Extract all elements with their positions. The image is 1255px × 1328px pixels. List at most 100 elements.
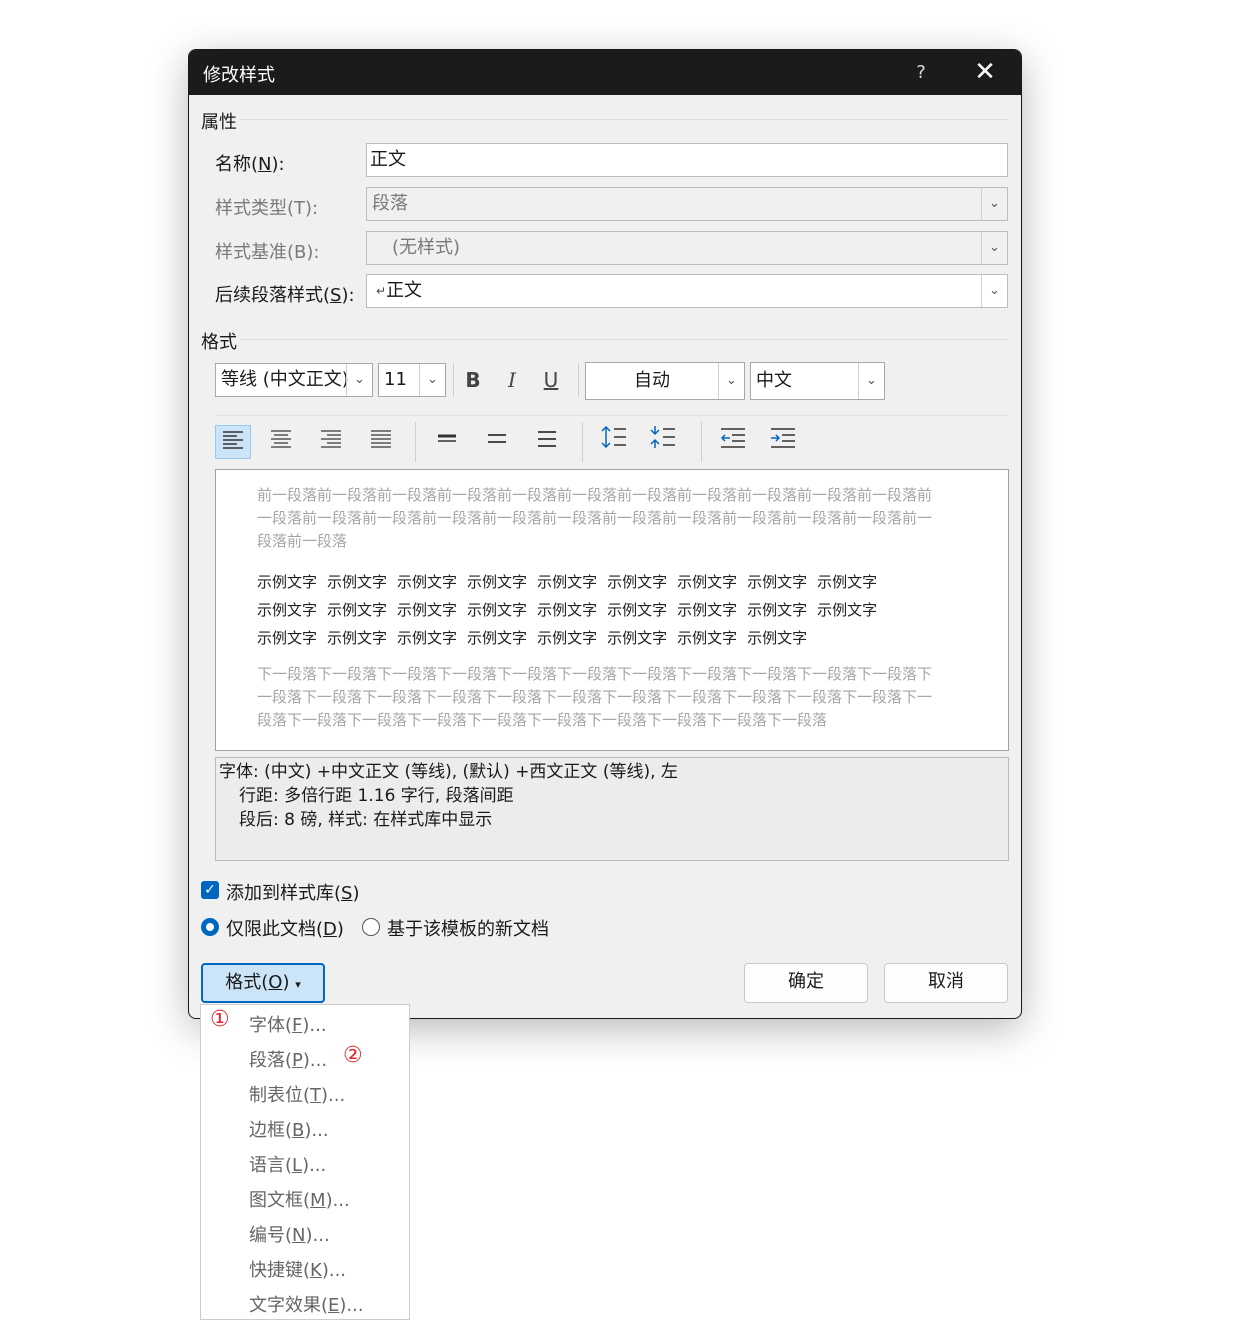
sample-word: 示例文字 <box>397 573 458 591</box>
new-documents-radio[interactable] <box>362 918 380 936</box>
help-button[interactable]: ? <box>901 50 941 95</box>
increase-indent-button[interactable] <box>765 425 801 459</box>
menu-item[interactable]: 段落(P)... <box>249 1046 327 1072</box>
toolbar-divider <box>215 415 1009 416</box>
format-menu-button[interactable]: 格式(O) ▾ <box>201 963 325 1003</box>
sample-word: 示例文字 <box>327 573 388 591</box>
paragraph-mark-icon: ↵ <box>376 284 387 298</box>
toolbar-separator <box>453 363 454 397</box>
sample-word: 示例文字 <box>537 573 598 591</box>
language-dropdown[interactable]: 中文 ⌄ <box>750 362 885 400</box>
properties-section-label: 属性 <box>201 112 237 133</box>
ok-button[interactable]: 确定 <box>744 963 868 1003</box>
sample-word: 示例文字 <box>467 601 528 619</box>
add-to-gallery-checkbox[interactable]: ✓ <box>201 881 219 899</box>
menu-item[interactable]: 编号(N)... <box>249 1221 330 1247</box>
align-center-button[interactable] <box>263 425 299 459</box>
annotation-marker-1: ① <box>210 1007 230 1032</box>
justify-icon <box>371 430 391 448</box>
increase-spacing-icon <box>601 425 626 449</box>
menu-item[interactable]: 快捷键(K)... <box>249 1256 346 1282</box>
align-right-icon <box>321 430 341 448</box>
sample-word: 示例文字 <box>607 601 668 619</box>
close-button[interactable]: ✕ <box>965 50 1005 95</box>
italic-button[interactable]: I <box>494 363 530 397</box>
previous-paragraph-text: 前一段落前一段落前一段落前一段落前一段落前一段落前一段落前一段落前一段落前一段落… <box>257 486 933 550</box>
caret-down-icon: ▾ <box>295 978 301 991</box>
sample-word: 示例文字 <box>607 629 668 647</box>
sample-word: 示例文字 <box>327 601 388 619</box>
only-this-document-label[interactable]: 仅限此文档(D) <box>226 915 344 941</box>
menu-item[interactable]: 文字效果(E)... <box>249 1291 364 1317</box>
sample-line: 示例文字 示例文字 示例文字 示例文字 示例文字 示例文字 示例文字 示例文字 示例文字 <box>257 596 957 624</box>
one-half-spacing-button[interactable] <box>479 425 515 459</box>
sample-word: 示例文字 <box>747 573 808 591</box>
section-divider <box>241 119 1009 120</box>
next-style-dropdown[interactable]: ↵正文 ⌄ <box>366 274 1008 308</box>
cancel-button[interactable]: 取消 <box>884 963 1008 1003</box>
menu-item[interactable]: 图文框(M)... <box>249 1186 350 1212</box>
add-to-gallery-label[interactable]: 添加到样式库(S) <box>226 879 360 905</box>
sample-word: 示例文字 <box>677 629 738 647</box>
align-center-icon <box>271 430 291 448</box>
style-description: 字体: (中文) +中文正文 (等线), (默认) +西文正文 (等线), 左 … <box>215 757 1009 861</box>
font-color-dropdown[interactable]: 自动 ⌄ <box>585 362 745 400</box>
description-line: 字体: (中文) +中文正文 (等线), (默认) +西文正文 (等线), 左 <box>219 762 678 782</box>
only-this-document-radio[interactable] <box>201 918 219 936</box>
menu-item[interactable]: 字体(F)... <box>249 1011 327 1037</box>
sample-word: 示例文字 <box>257 601 318 619</box>
next-style-label: 后续段落样式(S): <box>215 285 355 306</box>
font-size-dropdown[interactable]: 11 ⌄ <box>378 363 446 397</box>
sample-word: 示例文字 <box>537 601 598 619</box>
name-input[interactable]: 正文 <box>366 143 1008 177</box>
chevron-down-icon: ⌄ <box>419 364 445 396</box>
decrease-spacing-icon <box>650 426 675 448</box>
chevron-down-icon: ⌄ <box>981 232 1007 264</box>
description-line: 行距: 多倍行距 1.16 字行, 段落间距 <box>239 786 514 806</box>
align-right-button[interactable] <box>313 425 349 459</box>
menu-item[interactable]: 边框(B)... <box>249 1116 329 1142</box>
double-spacing-icon <box>538 431 556 447</box>
format-dropdown-menu: 字体(F)... 段落(P)... 制表位(T)... 边框(B)... 语言(L)..… <box>200 1004 410 1320</box>
sample-text: 示例文字 示例文字 示例文字 示例文字 示例文字 示例文字 示例文字 示例文字 示例文字 示例文字… <box>257 568 957 652</box>
single-spacing-button[interactable] <box>429 425 465 459</box>
align-left-button[interactable] <box>215 425 251 459</box>
sample-word: 示例文字 <box>257 573 318 591</box>
font-dropdown[interactable]: 等线 (中文正文) ⌄ <box>215 363 373 397</box>
toolbar-separator <box>415 422 416 462</box>
decrease-paragraph-spacing-button[interactable] <box>645 425 681 459</box>
decrease-indent-button[interactable] <box>715 425 751 459</box>
bold-button[interactable]: B <box>455 363 491 397</box>
justify-button[interactable] <box>363 425 399 459</box>
sample-word: 示例文字 <box>677 573 738 591</box>
modify-style-dialog: 修改样式 ? ✕ 属性 名称(N): 正文 样式类型(T): 段落 ⌄ 样式基准… <box>188 49 1022 1019</box>
description-line: 段后: 8 磅, 样式: 在样式库中显示 <box>239 810 493 830</box>
new-documents-label[interactable]: 基于该模板的新文档 <box>387 915 549 941</box>
sample-word: 示例文字 <box>747 601 808 619</box>
toolbar-separator <box>701 422 702 462</box>
sample-word: 示例文字 <box>397 629 458 647</box>
double-spacing-button[interactable] <box>529 425 565 459</box>
sample-word: 示例文字 <box>607 573 668 591</box>
next-paragraph-text: 下一段落下一段落下一段落下一段落下一段落下一段落下一段落下一段落下一段落下一段落… <box>257 665 933 729</box>
style-preview: 前一段落前一段落前一段落前一段落前一段落前一段落前一段落前一段落前一段落前一段落… <box>215 469 1009 751</box>
annotation-marker-2: ② <box>343 1043 363 1068</box>
chevron-down-icon: ⌄ <box>981 275 1007 307</box>
toolbar-separator <box>578 363 579 397</box>
sample-word: 示例文字 <box>467 629 528 647</box>
align-left-icon <box>223 431 243 449</box>
section-divider <box>241 339 1009 340</box>
sample-word: 示例文字 <box>817 573 878 591</box>
increase-paragraph-spacing-button[interactable] <box>596 425 632 459</box>
sample-line: 示例文字 示例文字 示例文字 示例文字 示例文字 示例文字 示例文字 示例文字 <box>257 624 957 652</box>
sample-line: 示例文字 示例文字 示例文字 示例文字 示例文字 示例文字 示例文字 示例文字 示例文字 <box>257 568 957 596</box>
menu-item[interactable]: 制表位(T)... <box>249 1081 345 1107</box>
chevron-down-icon: ⌄ <box>346 364 372 396</box>
menu-item[interactable]: 语言(L)... <box>249 1151 326 1177</box>
underline-button[interactable]: U <box>533 363 569 397</box>
increase-indent-icon <box>771 428 795 448</box>
sample-word: 示例文字 <box>467 573 528 591</box>
sample-word: 示例文字 <box>327 629 388 647</box>
style-based-dropdown: (无样式) ⌄ <box>366 231 1008 265</box>
sample-word: 示例文字 <box>817 601 878 619</box>
